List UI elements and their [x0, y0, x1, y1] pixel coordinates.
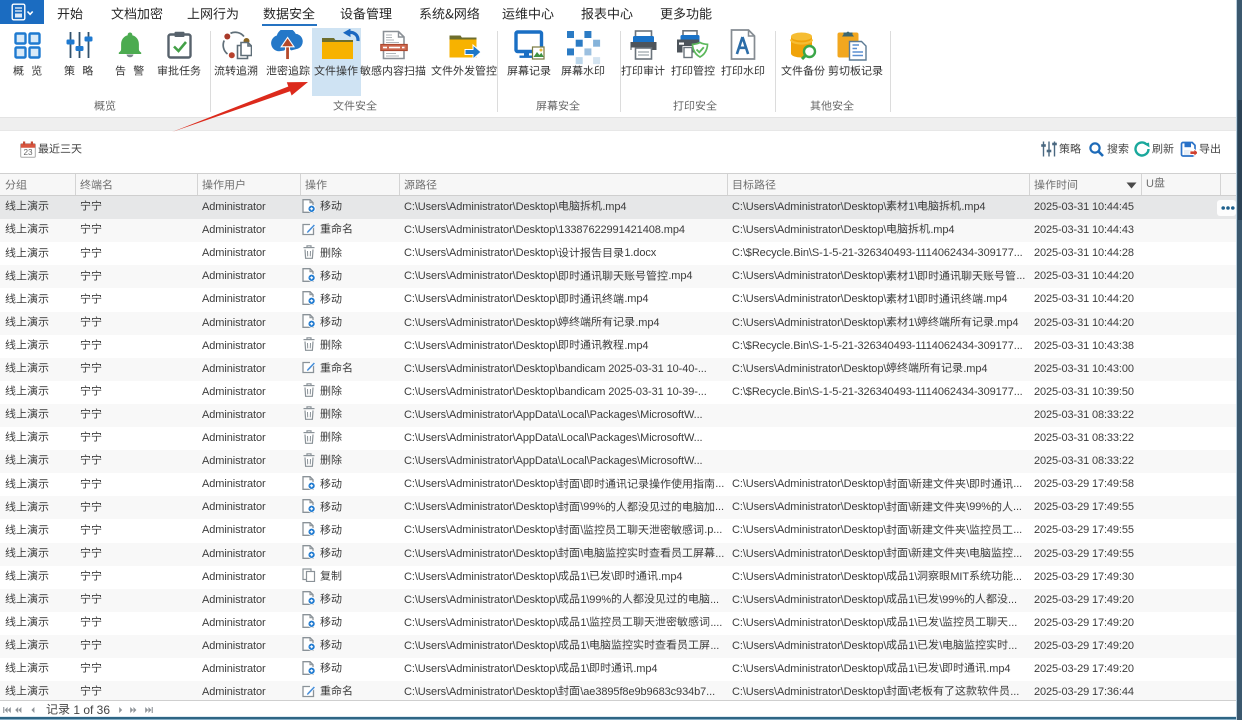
svg-text:23: 23	[23, 148, 33, 157]
